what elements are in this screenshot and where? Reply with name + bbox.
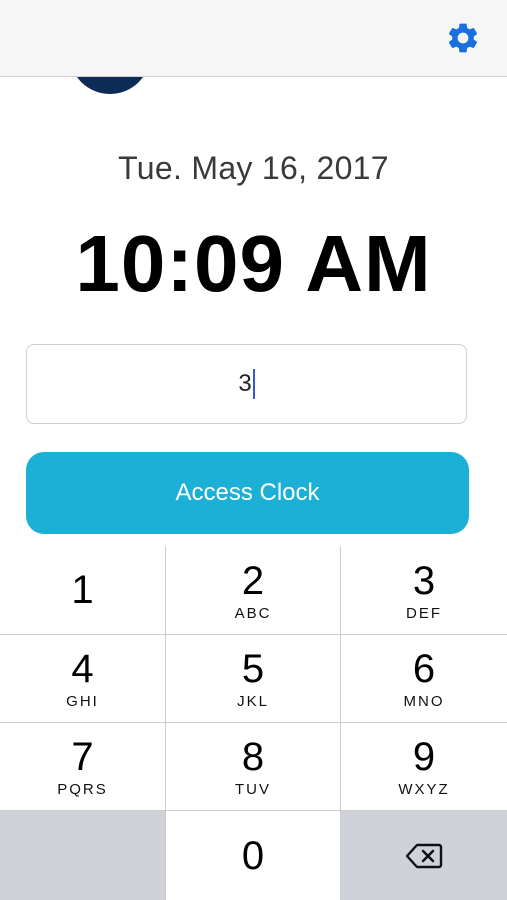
- key-digit: 0: [241, 833, 265, 878]
- key-1[interactable]: 1: [0, 546, 166, 635]
- key-letters: PQRS: [57, 781, 108, 798]
- gear-icon[interactable]: [445, 20, 481, 56]
- key-letters: JKL: [237, 693, 269, 710]
- key-4[interactable]: 4 GHI: [0, 635, 166, 723]
- key-letters: WXYZ: [398, 781, 450, 798]
- key-0[interactable]: 0: [166, 811, 341, 900]
- app-screen: Tue. May 16, 2017 10:09 AM 3 Access Cloc…: [0, 0, 507, 900]
- key-6[interactable]: 6 MNO: [341, 635, 507, 723]
- key-digit: 7: [71, 735, 94, 779]
- pin-input-value: 3: [238, 370, 252, 397]
- key-blank: [0, 811, 166, 900]
- key-letters: GHI: [66, 693, 99, 710]
- key-9[interactable]: 9 WXYZ: [341, 723, 507, 811]
- key-digit: 6: [412, 647, 436, 691]
- text-caret: [252, 369, 255, 399]
- current-time: 10:09 AM: [75, 219, 432, 308]
- key-2[interactable]: 2 ABC: [166, 546, 341, 635]
- key-digit: 3: [412, 558, 436, 603]
- key-letters: TUV: [235, 781, 271, 798]
- key-digit: 5: [241, 647, 265, 691]
- key-letters: DEF: [406, 604, 442, 622]
- key-digit: 4: [71, 647, 94, 691]
- numeric-keypad: 1 2 ABC 3 DEF 4 GHI 5 JKL 6 MNO 7 PQRS 8…: [0, 546, 507, 900]
- key-3[interactable]: 3 DEF: [341, 546, 507, 635]
- backspace-icon: [405, 843, 443, 868]
- current-date: Tue. May 16, 2017: [118, 150, 389, 186]
- top-nav-bar: [0, 0, 507, 77]
- key-digit: 1: [71, 568, 94, 612]
- key-7[interactable]: 7 PQRS: [0, 723, 166, 811]
- key-8[interactable]: 8 TUV: [166, 723, 341, 811]
- access-clock-button[interactable]: Access Clock: [26, 452, 469, 534]
- key-digit: 2: [241, 558, 265, 603]
- key-backspace[interactable]: [341, 811, 507, 900]
- key-digit: 8: [241, 735, 265, 779]
- key-5[interactable]: 5 JKL: [166, 635, 341, 723]
- key-letters: MNO: [403, 693, 445, 710]
- key-letters: ABC: [234, 604, 272, 622]
- key-digit: 9: [412, 735, 436, 779]
- pin-input[interactable]: 3: [26, 344, 467, 424]
